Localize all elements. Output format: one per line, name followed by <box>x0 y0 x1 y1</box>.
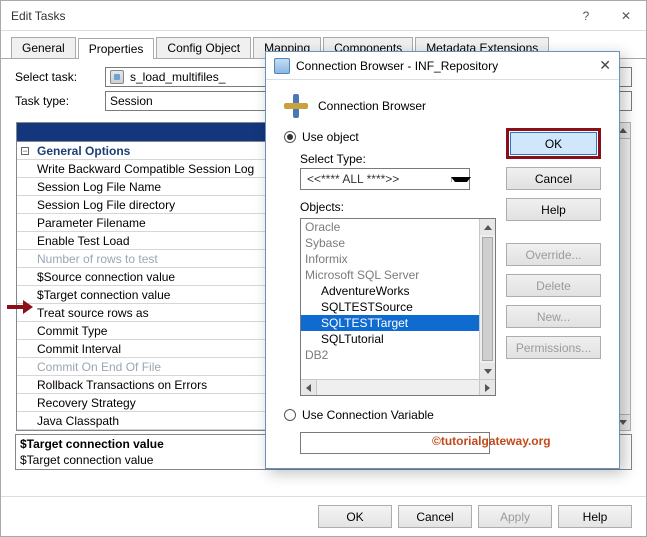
list-hscrollbar[interactable] <box>301 379 495 395</box>
list-item[interactable]: Sybase <box>301 235 479 251</box>
list-item-selected[interactable]: SQLTESTTarget <box>301 315 479 331</box>
grid-row[interactable]: $Source connection value <box>33 270 175 284</box>
titlebar: Edit Tasks ? ✕ <box>1 1 646 31</box>
grid-row[interactable]: Session Log File directory <box>33 198 175 212</box>
grid-row[interactable]: Recovery Strategy <box>33 396 136 410</box>
annotation-arrow-icon <box>3 300 25 309</box>
objects-listbox[interactable]: Oracle Sybase Informix Microsoft SQL Ser… <box>300 218 496 396</box>
use-object-radio[interactable] <box>284 131 296 143</box>
cancel-button[interactable]: Cancel <box>398 505 472 528</box>
grid-row[interactable]: Treat source rows as <box>33 306 149 320</box>
select-type-value: <<**** ALL ****>> <box>301 172 451 186</box>
help-icon[interactable]: ? <box>566 1 606 30</box>
select-task-label: Select task: <box>15 70 105 84</box>
list-item[interactable]: SQLTutorial <box>301 331 479 347</box>
dialog-title: Connection Browser - INF_Repository <box>296 59 599 73</box>
task-icon <box>110 70 124 84</box>
task-type-value: Session <box>110 94 153 108</box>
grid-row[interactable]: Write Backward Compatible Session Log <box>33 162 254 176</box>
grid-row[interactable]: Session Log File Name <box>33 180 161 194</box>
dialog-header: Connection Browser <box>266 80 619 128</box>
new-button: New... <box>506 305 601 328</box>
grid-row[interactable]: Java Classpath <box>33 414 119 428</box>
use-conn-var-label: Use Connection Variable <box>302 408 434 422</box>
ok-button[interactable]: OK <box>318 505 392 528</box>
window-title: Edit Tasks <box>11 9 566 23</box>
connection-browser-icon <box>284 94 308 118</box>
watermark-text: ©tutorialgateway.org <box>432 434 551 448</box>
list-item[interactable]: Oracle <box>301 219 479 235</box>
permissions-button: Permissions... <box>506 336 601 359</box>
grid-row[interactable]: Parameter Filename <box>33 216 146 230</box>
list-item[interactable]: DB2 <box>301 347 479 363</box>
footer-buttons: OK Cancel Apply Help <box>1 496 646 536</box>
list-item[interactable]: AdventureWorks <box>301 283 479 299</box>
help-button[interactable]: Help <box>558 505 632 528</box>
delete-button: Delete <box>506 274 601 297</box>
dialog-title-icon <box>274 58 290 74</box>
list-item[interactable]: SQLTESTSource <box>301 299 479 315</box>
tab-config-object[interactable]: Config Object <box>156 37 251 58</box>
grid-row[interactable]: Commit Type <box>33 324 107 338</box>
grid-row[interactable]: General Options <box>33 144 130 158</box>
dialog-heading: Connection Browser <box>318 99 426 113</box>
connection-browser-dialog: Connection Browser - INF_Repository ✕ Co… <box>265 51 620 469</box>
select-type-label: Select Type: <box>300 152 496 166</box>
select-task-value: s_load_multifiles_ <box>130 70 225 84</box>
grid-row[interactable]: Commit Interval <box>33 342 121 356</box>
use-conn-var-radio[interactable] <box>284 409 296 421</box>
objects-label: Objects: <box>300 200 496 214</box>
dialog-ok-button[interactable]: OK <box>510 132 597 155</box>
grid-row: Number of rows to test <box>33 252 158 266</box>
window-controls: ? ✕ <box>566 1 646 30</box>
apply-button: Apply <box>478 505 552 528</box>
task-type-label: Task type: <box>15 94 105 108</box>
grid-row[interactable]: Enable Test Load <box>33 234 130 248</box>
ok-highlight: OK <box>506 128 601 159</box>
dialog-cancel-button[interactable]: Cancel <box>506 167 601 190</box>
dialog-close-icon[interactable]: ✕ <box>599 57 611 74</box>
close-icon[interactable]: ✕ <box>606 1 646 30</box>
grid-row-target-conn[interactable]: $Target connection value <box>33 288 170 302</box>
tab-general[interactable]: General <box>11 37 76 58</box>
grid-row: Commit On End Of File <box>33 360 161 374</box>
dialog-help-button[interactable]: Help <box>506 198 601 221</box>
list-item[interactable]: Informix <box>301 251 479 267</box>
dialog-titlebar: Connection Browser - INF_Repository ✕ <box>266 52 619 80</box>
tab-properties[interactable]: Properties <box>78 38 155 59</box>
override-button: Override... <box>506 243 601 266</box>
grid-row[interactable]: Rollback Transactions on Errors <box>33 378 207 392</box>
list-vscrollbar[interactable] <box>479 219 495 379</box>
use-object-label: Use object <box>302 130 359 144</box>
list-item[interactable]: Microsoft SQL Server <box>301 267 479 283</box>
chevron-down-icon[interactable] <box>451 177 469 182</box>
select-type-combo[interactable]: <<**** ALL ****>> <box>300 168 470 190</box>
